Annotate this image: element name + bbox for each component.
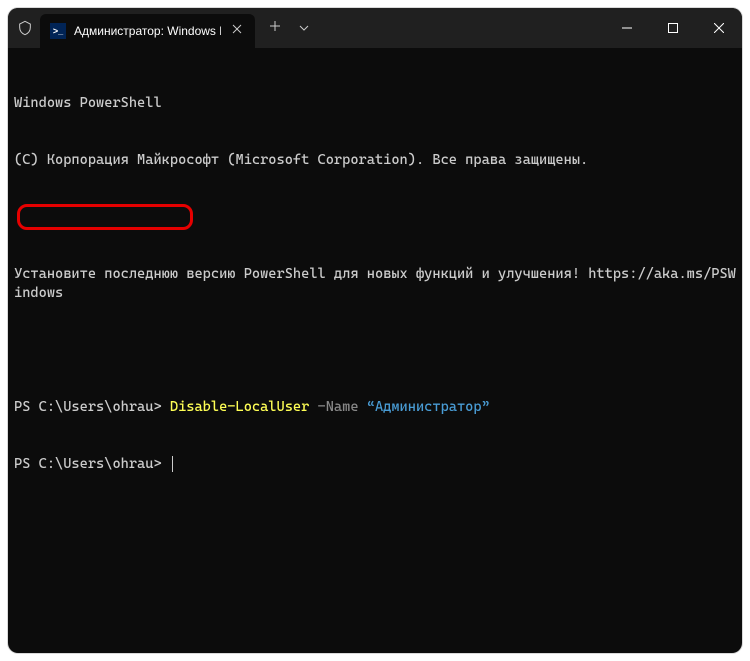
tab-title: Администратор: Windows Po xyxy=(74,24,221,38)
active-tab[interactable]: >_ Администратор: Windows Po xyxy=(40,14,255,48)
param-token: -Name xyxy=(318,399,359,415)
new-tab-button[interactable] xyxy=(269,19,281,37)
terminal-pane[interactable]: Windows PowerShell (C) Корпорация Майкро… xyxy=(8,48,742,653)
command-line: PS C:\Users\ohrau> Disable-LocalUser -Na… xyxy=(14,398,736,417)
blank-line xyxy=(14,208,736,227)
terminal-window: >_ Администратор: Windows Po xyxy=(8,8,742,653)
prompt-line: PS C:\Users\ohrau> xyxy=(14,455,736,474)
tab-close-button[interactable] xyxy=(229,23,245,39)
window-controls xyxy=(604,8,742,48)
shield-icon xyxy=(16,19,34,37)
tab-dropdown-button[interactable] xyxy=(299,25,309,31)
prompt: PS C:\Users\ohrau> xyxy=(14,399,162,415)
cmdlet-token: Disable-LocalUser xyxy=(170,399,309,415)
close-window-button[interactable] xyxy=(696,8,742,48)
cursor xyxy=(172,456,173,472)
banner-line: Windows PowerShell xyxy=(14,94,736,113)
banner-line: (C) Корпорация Майкрософт (Microsoft Cor… xyxy=(14,151,736,170)
maximize-button[interactable] xyxy=(650,8,696,48)
blank-line xyxy=(14,341,736,360)
string-token: “Администратор” xyxy=(367,399,490,415)
upgrade-message: Установите последнюю версию PowerShell д… xyxy=(14,265,736,303)
powershell-icon: >_ xyxy=(50,23,66,39)
minimize-button[interactable] xyxy=(604,8,650,48)
titlebar: >_ Администратор: Windows Po xyxy=(8,8,742,48)
prompt: PS C:\Users\ohrau> xyxy=(14,456,162,472)
